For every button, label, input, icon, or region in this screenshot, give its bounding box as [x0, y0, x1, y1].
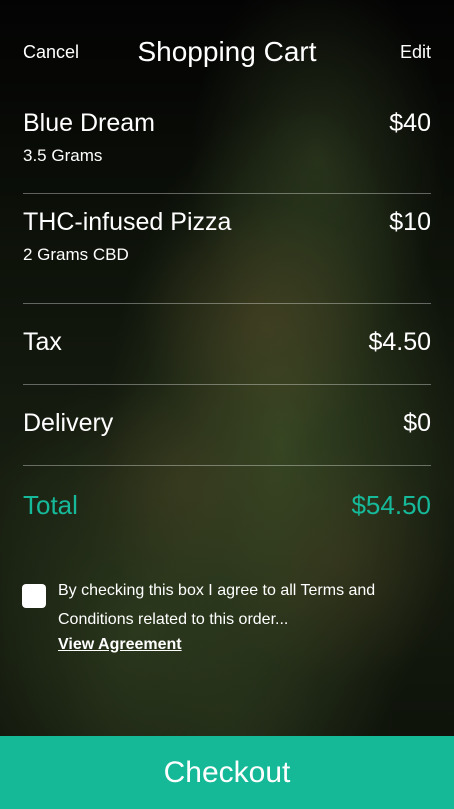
item-price: $10	[389, 208, 431, 236]
cart-list: Blue Dream 3.5 Grams $40 THC-infused Piz…	[23, 104, 431, 550]
tax-row: Tax $4.50	[23, 304, 431, 385]
tax-value: $4.50	[368, 328, 431, 356]
checkout-button[interactable]: Checkout	[0, 736, 454, 809]
total-row: Total $54.50	[23, 466, 431, 550]
delivery-value: $0	[403, 409, 431, 437]
item-detail: 3.5 Grams	[23, 146, 103, 165]
page-title: Shopping Cart	[137, 36, 317, 67]
item-detail: 2 Grams CBD	[23, 245, 129, 264]
edit-button[interactable]: Edit	[400, 42, 431, 63]
agreement-text: By checking this box I agree to all Term…	[58, 582, 376, 628]
item-name: THC-infused Pizza	[23, 208, 232, 236]
navigation-bar: Cancel Shopping Cart Edit	[0, 0, 454, 104]
cart-item[interactable]: Blue Dream 3.5 Grams $40	[23, 104, 431, 194]
agree-checkbox[interactable]	[22, 584, 46, 608]
delivery-label: Delivery	[23, 409, 114, 437]
item-name: Blue Dream	[23, 109, 155, 137]
view-agreement-link[interactable]: View Agreement	[58, 636, 182, 654]
tax-label: Tax	[23, 328, 62, 356]
total-value: $54.50	[351, 490, 431, 520]
cart-item[interactable]: THC-infused Pizza 2 Grams CBD $10	[23, 194, 431, 304]
item-price: $40	[389, 109, 431, 137]
delivery-row: Delivery $0	[23, 385, 431, 466]
total-label: Total	[23, 490, 78, 520]
